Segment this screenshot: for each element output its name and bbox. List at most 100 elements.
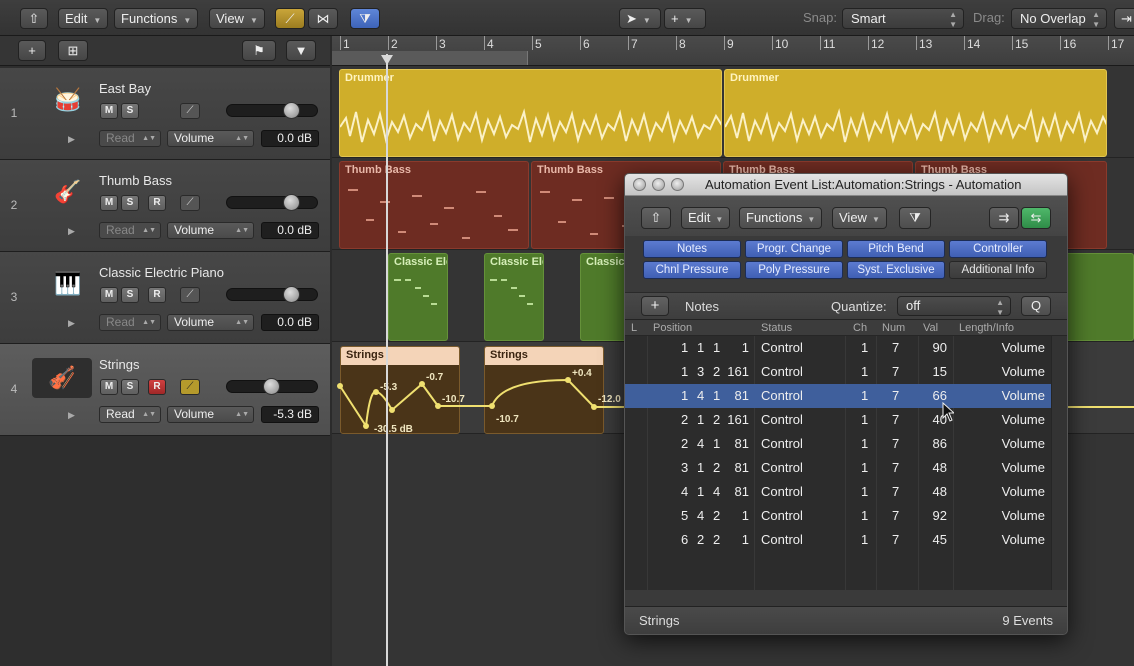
solo-button[interactable]: S	[121, 379, 139, 395]
automation-button[interactable]: ⟋	[180, 379, 200, 395]
table-row[interactable]: 1111 Control 1 7 90 Volume	[625, 336, 1051, 360]
track-name[interactable]: East Bay	[99, 81, 151, 96]
record-enable-button[interactable]: R	[148, 379, 166, 395]
catch-button[interactable]: ⇆	[1021, 207, 1051, 229]
window-title-bar[interactable]: Automation Event List:Automation:Strings…	[625, 174, 1067, 196]
table-row[interactable]: 1 3 2 161 Control 1 7 15 Volume	[625, 360, 1051, 384]
playhead-handle[interactable]	[381, 54, 393, 65]
mute-button[interactable]: M	[100, 287, 118, 303]
disclosure-triangle-icon[interactable]: ▶	[68, 410, 75, 421]
playhead[interactable]	[386, 54, 388, 666]
record-enable-button[interactable]: R	[148, 195, 166, 211]
automation-parameter-select[interactable]: Volume ▲▼	[167, 406, 254, 423]
record-enable-button[interactable]: R	[148, 287, 166, 303]
view-menu-button[interactable]: View ▼	[209, 8, 265, 29]
table-row[interactable]: 4 1 4 81 Control 1 7 48 Volume	[625, 480, 1051, 504]
mute-button[interactable]: M	[100, 103, 118, 119]
automation-toggle-button[interactable]: ⟋	[275, 8, 305, 29]
automation-parameter-select[interactable]: Volume ▲▼	[167, 222, 254, 239]
column-header-l[interactable]: L	[631, 322, 637, 334]
column-header-value[interactable]: Val	[923, 322, 938, 334]
collapse-button[interactable]: ▼	[286, 40, 316, 61]
cycle-region[interactable]	[332, 51, 528, 65]
filter-poly-pressure-button[interactable]: Poly Pressure	[745, 261, 843, 279]
drummer-region[interactable]: Drummer	[724, 69, 1107, 157]
crosshair-tool-button[interactable]: + ▼	[664, 8, 706, 29]
filter-additional-info-button[interactable]: Additional Info	[949, 261, 1047, 279]
solo-button[interactable]: S	[121, 287, 139, 303]
link-button[interactable]: ⇉	[989, 207, 1019, 229]
bar-ruler[interactable]: 1 2 3 4 5 6 7 8 9 10 11 12 13 14 15 16 1…	[332, 36, 1134, 66]
catch-filter-button[interactable]: ⧩	[350, 8, 380, 29]
minimize-window-button[interactable]	[652, 178, 665, 191]
filter-system-exclusive-button[interactable]: Syst. Exclusive	[847, 261, 945, 279]
event-list[interactable]: 1111 Control 1 7 90 Volume 1 3 2 161 Control 1 7 1…	[625, 336, 1051, 590]
automation-mode-select[interactable]: Read ▲▼	[99, 222, 161, 239]
up-arrow-button[interactable]: ⇧	[20, 8, 48, 29]
edit-menu-button[interactable]: Edit ▼	[58, 8, 109, 29]
filter-program-change-button[interactable]: Progr. Change	[745, 240, 843, 258]
disclosure-triangle-icon[interactable]: ▶	[68, 226, 75, 237]
volume-value[interactable]: 0.0 dB	[261, 130, 319, 147]
table-row[interactable]: 3 1 2 81 Control 1 7 48 Volume	[625, 456, 1051, 480]
close-window-button[interactable]	[633, 178, 646, 191]
add-event-button[interactable]: +	[641, 296, 669, 316]
pointer-tool-button[interactable]: ➤ ▼	[619, 8, 661, 29]
volume-fader[interactable]	[226, 378, 318, 395]
functions-menu-button[interactable]: Functions ▼	[739, 207, 823, 229]
automation-button[interactable]: ⟋	[180, 103, 200, 119]
track-row-east-bay[interactable]: 1 🥁 East Bay M S ⟋ ▶ Read ▲▼ Volume ▲▼ 0.0…	[0, 68, 330, 160]
table-row-selected[interactable]: 1 4 1 81 Control 1 7 66 Volume	[625, 384, 1051, 408]
midi-filter-button[interactable]: ⧩	[899, 207, 931, 229]
filter-pitch-bend-button[interactable]: Pitch Bend	[847, 240, 945, 258]
automation-parameter-select[interactable]: Volume ▲▼	[167, 130, 254, 147]
classic-electric-piano-region[interactable]: Classic Ele	[388, 253, 448, 341]
fader-knob[interactable]	[263, 378, 280, 395]
volume-value[interactable]: -5.3 dB	[261, 406, 319, 423]
classic-electric-piano-region[interactable]	[1062, 253, 1134, 341]
column-header-length-info[interactable]: Length/Info	[959, 322, 1014, 334]
quantize-button[interactable]: Q	[1021, 296, 1051, 316]
table-row[interactable]: 2 4 1 81 Control 1 7 86 Volume	[625, 432, 1051, 456]
thumb-bass-region[interactable]: Thumb Bass	[339, 161, 529, 249]
add-track-button[interactable]: +	[18, 40, 46, 61]
track-row-strings[interactable]: 4 ▶ 🎻 Strings M S R ⟋ ▶ Read▲▼ Volume▲▼ …	[0, 344, 330, 436]
view-menu-button[interactable]: View ▼	[832, 207, 887, 229]
track-name[interactable]: Classic Electric Piano	[99, 265, 224, 280]
vertical-scrollbar[interactable]	[1051, 336, 1067, 590]
column-header-number[interactable]: Num	[882, 322, 905, 334]
automation-mode-select[interactable]: Read ▲▼	[99, 314, 161, 331]
volume-fader[interactable]	[226, 194, 318, 211]
filter-controller-button[interactable]: Controller	[949, 240, 1047, 258]
functions-menu-button[interactable]: Functions ▼	[114, 8, 199, 29]
automation-parameter-select[interactable]: Volume ▲▼	[167, 314, 254, 331]
volume-fader[interactable]	[226, 286, 318, 303]
solo-button[interactable]: S	[121, 103, 139, 119]
classic-electric-piano-region[interactable]: Classic Ele	[484, 253, 544, 341]
track-row-classic-electric-piano[interactable]: 3 🎹 Classic Electric Piano M S R ⟋ ▶ Rea…	[0, 252, 330, 344]
track-name[interactable]: Thumb Bass	[99, 173, 172, 188]
column-header-position[interactable]: Position	[653, 322, 692, 334]
solo-button[interactable]: S	[121, 195, 139, 211]
up-arrow-button[interactable]: ⇧	[641, 207, 671, 229]
disclosure-triangle-icon[interactable]: ▶	[68, 318, 75, 329]
table-row[interactable]: 542 1 Control 1 7 92 Volume	[625, 504, 1051, 528]
volume-value[interactable]: 0.0 dB	[261, 222, 319, 239]
automation-button[interactable]: ⟋	[180, 195, 200, 211]
automation-mode-select[interactable]: Read ▲▼	[99, 406, 161, 423]
more-button[interactable]: ⇥	[1114, 8, 1134, 29]
disclosure-triangle-icon[interactable]: ▶	[68, 134, 75, 145]
column-header-channel[interactable]: Ch	[853, 322, 867, 334]
mute-button[interactable]: M	[100, 379, 118, 395]
new-folder-button[interactable]: ⊞	[58, 40, 88, 61]
flex-button[interactable]: ⋈	[308, 8, 338, 29]
table-row[interactable]: 2 1 2 161 Control 1 7 40 Volume	[625, 408, 1051, 432]
automation-mode-select[interactable]: Read ▲▼	[99, 130, 161, 147]
track-row-thumb-bass[interactable]: 2 🎸 Thumb Bass M S R ⟋ ▶ Read ▲▼ Volume ▲▼…	[0, 160, 330, 252]
mute-button[interactable]: M	[100, 195, 118, 211]
filter-notes-button[interactable]: Notes	[643, 240, 741, 258]
automation-button[interactable]: ⟋	[180, 287, 200, 303]
track-lane[interactable]: Drummer Drummer	[332, 66, 1134, 158]
volume-fader[interactable]	[226, 102, 318, 119]
quantize-select[interactable]: off ▲ ▼	[897, 296, 1011, 317]
